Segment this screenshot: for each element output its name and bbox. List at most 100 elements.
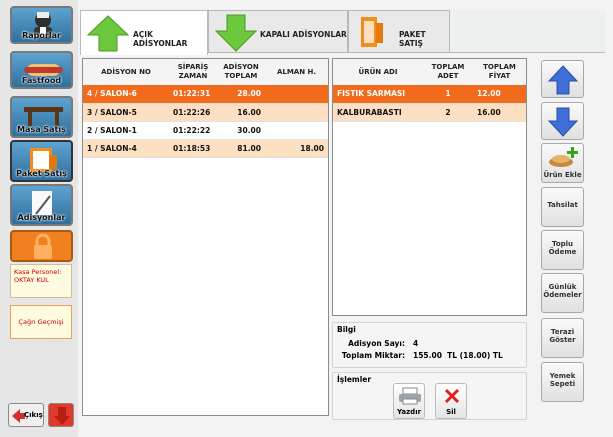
table-row[interactable]: 3 / SALON-5 01:22:26 16.00 <box>83 103 328 121</box>
table-sales-label: Masa Satış <box>17 125 66 134</box>
reports-button[interactable]: Raporlar <box>10 6 73 44</box>
table-cell-no: 2 / SALON-1 <box>87 125 137 135</box>
tab-closed-bills[interactable]: KAPALI ADİSYONLAR <box>208 10 348 53</box>
daily-payments-label-2: Ödemeler <box>543 291 582 299</box>
arrow-down-icon <box>547 107 579 137</box>
delete-label: Sil <box>446 408 456 416</box>
add-product-label: Ürün Ekle <box>543 171 582 179</box>
down-arrow-icon <box>54 407 70 425</box>
lock-button[interactable] <box>10 230 73 262</box>
table-cell-received <box>265 85 328 103</box>
table-cell-no: 4 / SALON-6 <box>87 89 137 99</box>
scroll-down-button[interactable] <box>541 102 584 140</box>
col-total-qty[interactable]: TOPLAM ADET <box>423 59 473 85</box>
operations-group: İşlemler Yazdır Sil <box>332 372 527 420</box>
table-row[interactable]: KALBURABASTI 2 16.00 <box>333 103 526 121</box>
daily-payments-label-1: Günlük <box>548 283 577 291</box>
meal-basket-label-1: Yemek <box>549 372 576 380</box>
scale-button[interactable]: Terazi Göster <box>541 318 584 358</box>
print-button[interactable]: Yazdır <box>393 383 425 419</box>
table-cell-total: 81.00 <box>237 143 261 153</box>
package-sales-button[interactable]: Paket Satış <box>10 140 73 182</box>
table-cell-name: KALBURABASTI <box>337 107 402 117</box>
bulk-payment-label-2: Ödeme <box>548 248 577 256</box>
package-icon <box>361 17 383 47</box>
table-cell-no: 3 / SALON-5 <box>87 107 137 117</box>
logout-button[interactable] <box>48 403 74 427</box>
tab-package-sales-label: PAKET SATIŞ <box>399 30 426 48</box>
table-cell-qty: 2 <box>445 107 451 117</box>
info-title: Bilgi <box>337 325 356 334</box>
total-amount-label: Toplam Miktar: <box>341 351 405 360</box>
tab-package-sales[interactable]: PAKET SATIŞ <box>348 10 450 53</box>
fastfood-label: Fastfood <box>21 76 62 85</box>
scroll-up-button[interactable] <box>541 60 584 98</box>
table-row[interactable]: 4 / SALON-6 01:22:31 28.00 <box>83 85 328 103</box>
table-cell-time: 01:18:53 <box>173 143 211 153</box>
package-sales-label: Paket Satış <box>16 169 67 178</box>
col-order-time[interactable]: SİPARİŞ ZAMAN <box>169 59 217 85</box>
table-row[interactable]: FISTIK SARMASI 1 12.00 <box>333 85 526 103</box>
table-cell-received: 18.00 <box>300 143 324 153</box>
exit-button[interactable]: Çıkış <box>8 403 44 427</box>
scale-label-1: Terazi <box>550 328 575 336</box>
table-row[interactable]: 1 / SALON-4 01:18:53 81.00 18.00 <box>83 139 328 157</box>
delete-button[interactable]: Sil <box>435 383 467 419</box>
table-cell-total: 30.00 <box>237 125 261 135</box>
up-arrow-green-icon <box>86 15 130 52</box>
table-cell-received <box>265 121 328 139</box>
scale-label-2: Göster <box>549 336 576 344</box>
bills-panel: ADİSYON NO SİPARİŞ ZAMAN ADİSYON TOPLAM … <box>82 58 329 416</box>
fastfood-button[interactable]: Fastfood <box>10 51 73 89</box>
table-cell-time: 01:22:22 <box>173 125 211 135</box>
cashier-info: Kasa Personel: OKTAY KUL <box>10 264 72 298</box>
sidebar: Raporlar Fastfood Masa Satış Paket Satış… <box>0 0 78 437</box>
tab-open-bills-label: AÇIK ADİSYONLAR <box>133 30 188 48</box>
info-group: Bilgi Adisyon Sayı: 4 Toplam Miktar: 155… <box>332 322 527 368</box>
collect-label: Tahsilat <box>547 201 578 209</box>
down-arrow-green-icon <box>214 14 258 52</box>
daily-payments-button[interactable]: Günlük Ödemeler <box>541 273 584 313</box>
col-bill-total[interactable]: ADİSYON TOPLAM <box>217 59 265 85</box>
bill-count-value: 4 <box>413 339 419 348</box>
products-panel: ÜRÜN ADI TOPLAM ADET TOPLAM FİYAT FISTIK… <box>332 58 527 316</box>
lock-icon <box>34 233 52 259</box>
bulk-payment-button[interactable]: Toplu Ödeme <box>541 230 584 270</box>
operations-title: İşlemler <box>337 375 372 384</box>
printer-icon <box>399 387 421 405</box>
tab-open-bills[interactable]: AÇIK ADİSYONLAR <box>80 10 208 55</box>
collect-button[interactable]: Tahsilat <box>541 187 584 227</box>
col-bill-no[interactable]: ADİSYON NO <box>83 59 169 85</box>
table-cell-no: 1 / SALON-4 <box>87 143 137 153</box>
cashier-label: Kasa Personel: <box>14 268 62 276</box>
col-product-name[interactable]: ÜRÜN ADI <box>333 59 423 85</box>
table-cell-time: 01:22:26 <box>173 107 211 117</box>
table-cell-qty: 1 <box>445 89 451 99</box>
call-history-label: Çağrı Geçmişi <box>18 318 64 326</box>
table-cell-time: 01:22:31 <box>173 89 211 99</box>
table-cell-name: FISTIK SARMASI <box>337 89 406 99</box>
add-product-icon <box>549 147 578 167</box>
call-history-button[interactable]: Çağrı Geçmişi <box>10 305 72 339</box>
col-total-price[interactable]: TOPLAM FİYAT <box>473 59 526 85</box>
exit-label: Çıkış <box>24 411 43 419</box>
table-cell-total: 16.00 <box>237 107 261 117</box>
print-label: Yazdır <box>396 408 422 416</box>
bills-button[interactable]: Adisyonlar <box>10 184 73 226</box>
products-header-row: ÜRÜN ADI TOPLAM ADET TOPLAM FİYAT <box>333 59 526 85</box>
table-sales-button[interactable]: Masa Satış <box>10 96 73 138</box>
table-row[interactable]: 2 / SALON-1 01:22:22 30.00 <box>83 121 328 139</box>
products-table: ÜRÜN ADI TOPLAM ADET TOPLAM FİYAT FISTIK… <box>333 59 526 122</box>
arrow-up-icon <box>547 65 579 95</box>
cashier-name: OKTAY KUL <box>14 276 49 284</box>
tab-closed-bills-label: KAPALI ADİSYONLAR <box>260 30 347 39</box>
meal-basket-label-2: Sepeti <box>549 380 576 388</box>
table-cell-price: 16.00 <box>477 107 501 117</box>
col-received[interactable]: ALMAN H. <box>265 59 328 85</box>
add-product-button[interactable]: Ürün Ekle <box>541 143 584 183</box>
bills-label: Adisyonlar <box>17 213 66 222</box>
meal-basket-button[interactable]: Yemek Sepeti <box>541 362 584 402</box>
close-icon <box>444 388 460 404</box>
table-cell-received <box>265 103 328 121</box>
table-cell-total: 28.00 <box>237 89 261 99</box>
